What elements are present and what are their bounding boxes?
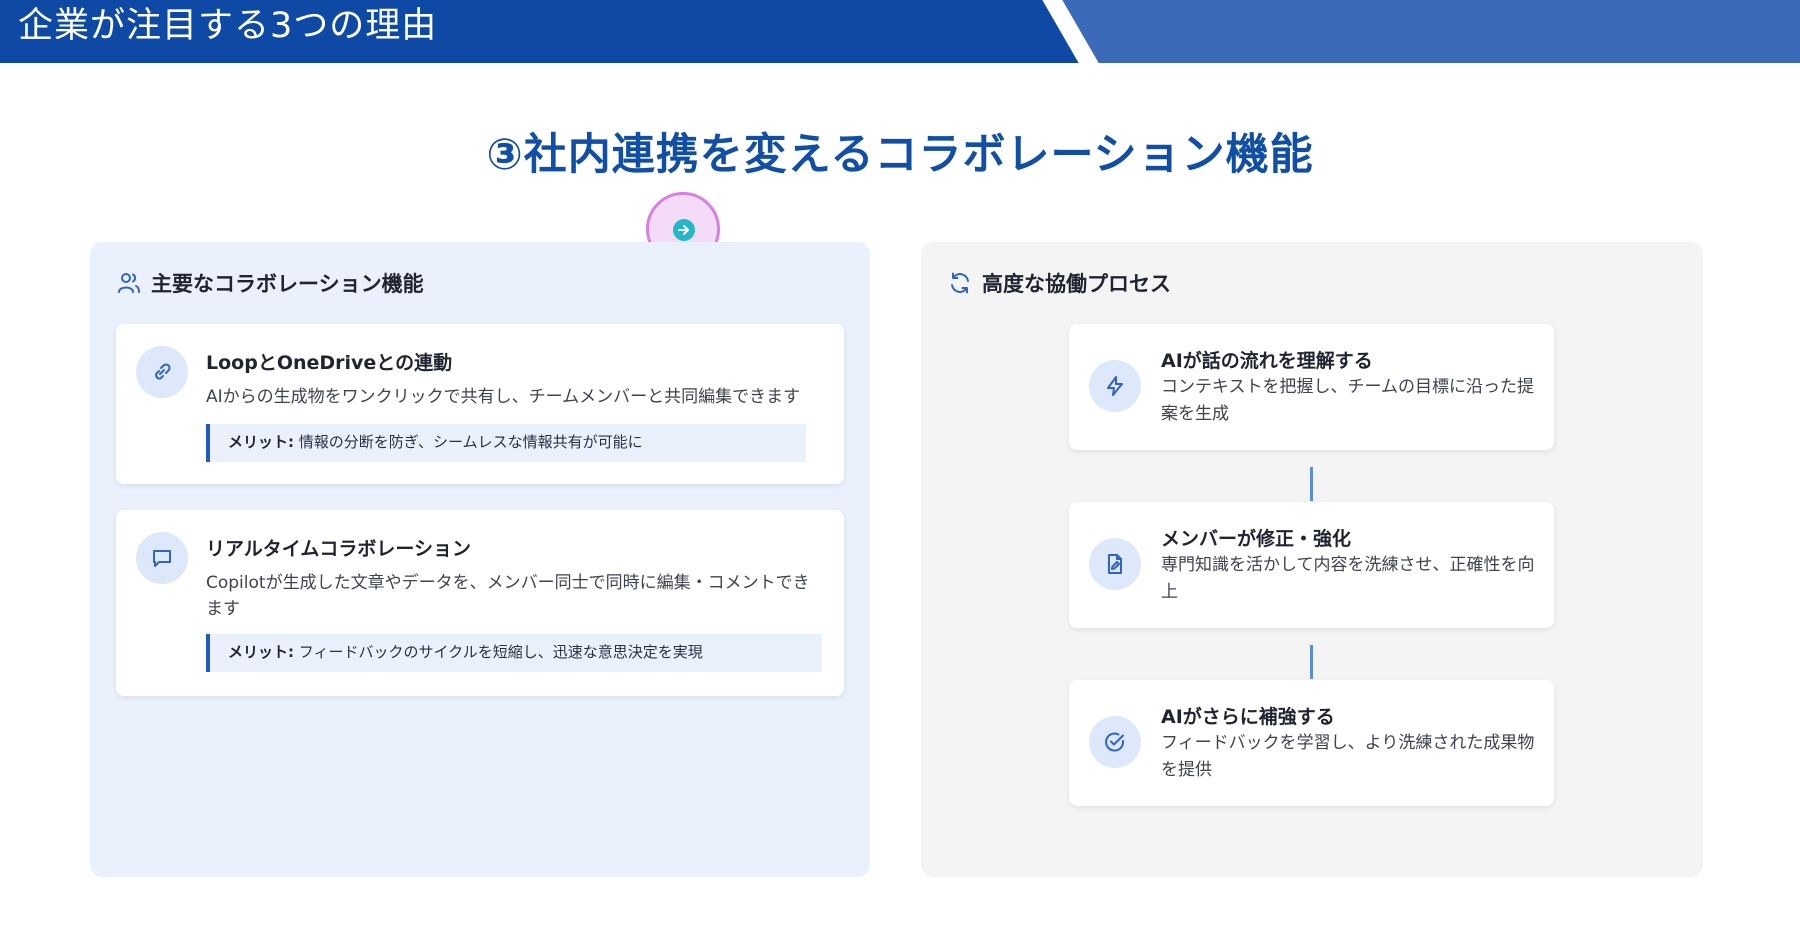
right-panel-heading-text: 高度な協働プロセス [982, 272, 1171, 296]
refresh-icon [947, 270, 973, 296]
merit-box: メリット: フィードバックのサイクルを短縮し、迅速な意思決定を実現 [206, 634, 822, 672]
feature-card-title: LoopとOneDriveとの連動 [206, 352, 453, 374]
process-step-description: 専門知識を活かして内容を洗練させ、正確性を向上 [1161, 555, 1535, 602]
users-icon [116, 270, 142, 296]
process-step-description: フィードバックを学習し、より洗練された成果物を提供 [1161, 733, 1535, 780]
page-title: ③社内連携を変えるコラボレーション機能 [486, 130, 1314, 180]
banner-accent-shape [1060, 0, 1800, 63]
process-step-1: AIが話の流れを理解する コンテキストを把握し、チームの目標に沿った提案を生成 [1069, 324, 1554, 450]
left-panel-heading: 主要なコラボレーション機能 [116, 268, 424, 298]
process-step-2: メンバーが修正・強化 専門知識を活かして内容を洗練させ、正確性を向上 [1069, 502, 1554, 628]
merit-label: メリット: [228, 643, 294, 661]
process-step-3: AIがさらに補強する フィードバックを学習し、より洗練された成果物を提供 [1069, 680, 1554, 806]
process-step-title: メンバーが修正・強化 [1161, 528, 1352, 550]
right-panel: 高度な協働プロセス AIが話の流れを理解する コンテキストを把握し、チームの目標… [921, 242, 1703, 877]
feature-card-description: AIからの生成物をワンクリックで共有し、チームメンバーと共同編集できます [206, 387, 801, 407]
feature-card-loop-onedrive: LoopとOneDriveとの連動 AIからの生成物をワンクリックで共有し、チー… [116, 324, 844, 484]
bolt-icon [1089, 360, 1141, 412]
process-step-title: AIが話の流れを理解する [1161, 350, 1373, 372]
merit-label: メリット: [228, 433, 294, 451]
right-panel-heading: 高度な協働プロセス [947, 268, 1171, 298]
left-panel: 主要なコラボレーション機能 LoopとOneDriveとの連動 AIからの生成物… [90, 242, 870, 877]
process-step-description: コンテキストを把握し、チームの目標に沿った提案を生成 [1161, 377, 1534, 424]
cursor-arrow-icon [673, 219, 695, 241]
banner-title: 企業が注目する3つの理由 [18, 6, 438, 46]
feature-card-description: Copilotが生成した文章やデータを、メンバー同士で同時に編集・コメントできま… [206, 573, 810, 619]
feature-card-realtime: リアルタイムコラボレーション Copilotが生成した文章やデータを、メンバー同… [116, 510, 844, 696]
left-panel-heading-text: 主要なコラボレーション機能 [151, 272, 424, 296]
header-banner: 企業が注目する3つの理由 [0, 0, 1800, 63]
link-icon [136, 346, 188, 398]
check-circle-icon [1089, 716, 1141, 768]
merit-text: 情報の分断を防ぎ、シームレスな情報共有が可能に [294, 433, 643, 451]
process-step-title: AIがさらに補強する [1161, 706, 1335, 728]
step-connector [1310, 467, 1313, 501]
merit-box: メリット: 情報の分断を防ぎ、シームレスな情報共有が可能に [206, 424, 806, 462]
step-connector [1310, 645, 1313, 679]
feature-card-title: リアルタイムコラボレーション [206, 538, 472, 560]
file-edit-icon [1089, 538, 1141, 590]
chat-icon [136, 532, 188, 584]
merit-text: フィードバックのサイクルを短縮し、迅速な意思決定を実現 [294, 643, 703, 661]
